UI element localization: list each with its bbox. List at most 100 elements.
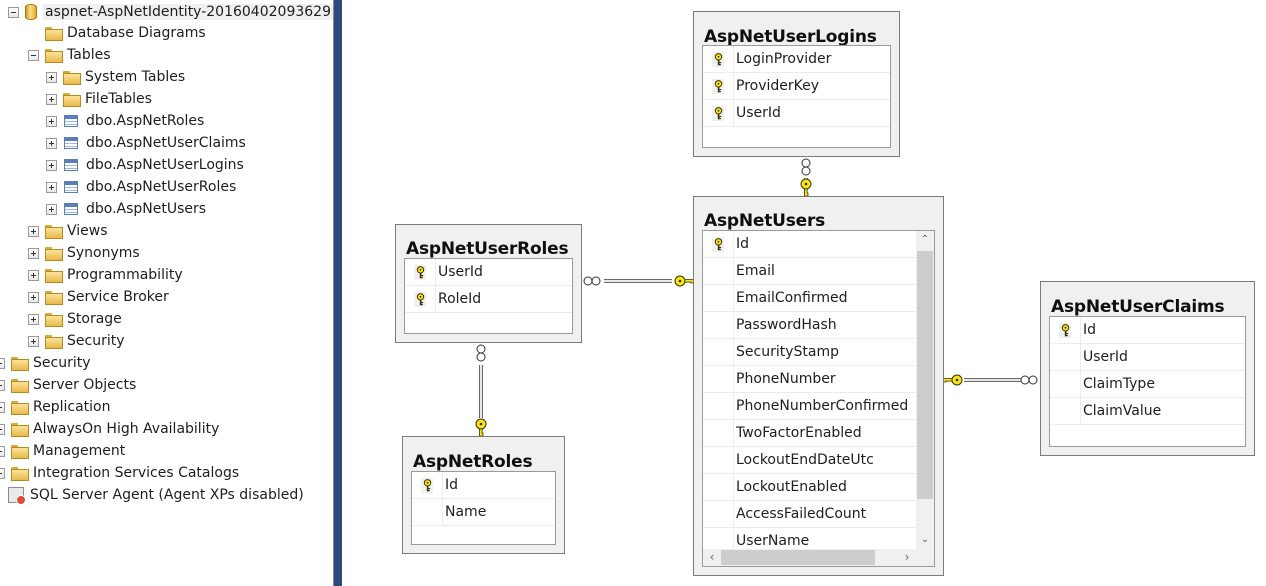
vertical-scrollbar[interactable]: ⌃ ⌄	[916, 231, 934, 549]
expand-icon[interactable]	[28, 291, 39, 303]
scroll-right-icon[interactable]: ›	[898, 549, 916, 566]
tree-node[interactable]: FileTables	[46, 88, 154, 110]
column-row[interactable]: Id	[703, 231, 916, 258]
expand-icon[interactable]	[46, 115, 57, 127]
tree-node[interactable]: dbo.AspNetUsers	[46, 198, 208, 220]
collapse-icon[interactable]	[8, 6, 19, 18]
row-selector[interactable]	[412, 472, 443, 498]
tree-node[interactable]: AlwaysOn High Availability	[0, 418, 221, 440]
scroll-left-icon[interactable]: ‹	[703, 549, 721, 566]
expand-icon[interactable]	[0, 401, 5, 413]
tree-node[interactable]: Security	[28, 330, 127, 352]
column-row[interactable]: SecurityStamp	[703, 339, 916, 366]
tree-node[interactable]: Storage	[28, 308, 124, 330]
row-selector[interactable]	[703, 339, 734, 365]
table-aspnetuserroles[interactable]: AspNetUserRoles UserId RoleId	[395, 224, 582, 343]
table-aspnetuserlogins[interactable]: AspNetUserLogins LoginProvider ProviderKe…	[693, 11, 900, 157]
expand-icon[interactable]	[0, 357, 5, 369]
scroll-up-icon[interactable]: ⌃	[916, 231, 934, 249]
expand-icon[interactable]	[46, 181, 57, 193]
column-row[interactable]: ProviderKey	[703, 73, 890, 100]
expand-icon[interactable]	[28, 225, 39, 237]
scrollbar-thumb[interactable]	[917, 251, 933, 499]
column-row[interactable]: UserId	[405, 259, 572, 286]
tree-node[interactable]: Synonyms	[28, 242, 142, 264]
tree-node[interactable]: Service Broker	[28, 286, 171, 308]
tree-node[interactable]: dbo.AspNetRoles	[46, 110, 206, 132]
column-row[interactable]: RoleId	[405, 286, 572, 313]
table-aspnetusers[interactable]: AspNetUsers Id Email EmailConfirmed Passwor…	[693, 196, 944, 576]
tree-node[interactable]: SQL Server Agent (Agent XPs disabled)	[8, 484, 306, 506]
tree-node[interactable]: System Tables	[46, 66, 187, 88]
expand-icon[interactable]	[46, 159, 57, 171]
column-row[interactable]: UserId	[1050, 344, 1245, 371]
expand-icon[interactable]	[0, 423, 5, 435]
tree-node[interactable]: Tables	[28, 44, 113, 66]
row-selector[interactable]	[703, 393, 734, 419]
table-aspnetuserclaims[interactable]: AspNetUserClaims Id UserId ClaimType ClaimV…	[1040, 281, 1255, 456]
row-selector[interactable]	[703, 501, 734, 527]
diagram-canvas[interactable]: AspNetUserLogins LoginProvider ProviderKe…	[342, 0, 1266, 586]
row-selector[interactable]	[703, 447, 734, 473]
collapse-icon[interactable]	[28, 49, 39, 61]
column-row[interactable]: UserId	[703, 100, 890, 127]
expand-icon[interactable]	[28, 269, 39, 281]
column-row[interactable]: Id	[412, 472, 555, 499]
row-selector[interactable]	[703, 100, 734, 126]
column-row[interactable]: Name	[412, 499, 555, 526]
expand-icon[interactable]	[46, 203, 57, 215]
tree-node-database[interactable]: aspnet-AspNetIdentity-20160402093629	[8, 1, 333, 23]
column-row[interactable]: LockoutEnabled	[703, 474, 916, 501]
row-selector[interactable]	[703, 420, 734, 446]
expand-icon[interactable]	[0, 379, 5, 391]
row-selector[interactable]	[703, 231, 734, 257]
expand-icon[interactable]	[28, 313, 39, 325]
row-selector[interactable]	[1050, 371, 1081, 397]
expand-icon[interactable]	[0, 467, 5, 479]
tree-node[interactable]: Replication	[0, 396, 112, 418]
row-selector[interactable]	[405, 259, 436, 285]
column-row[interactable]: ClaimType	[1050, 371, 1245, 398]
column-row[interactable]: EmailConfirmed	[703, 285, 916, 312]
tree-node[interactable]: dbo.AspNetUserRoles	[46, 176, 238, 198]
row-selector[interactable]	[405, 286, 436, 312]
expand-icon[interactable]	[46, 93, 57, 105]
expand-icon[interactable]	[28, 247, 39, 259]
scroll-down-icon[interactable]: ⌄	[916, 531, 934, 549]
column-row[interactable]: PasswordHash	[703, 312, 916, 339]
column-row[interactable]: AccessFailedCount	[703, 501, 916, 528]
column-row[interactable]: ClaimValue	[1050, 398, 1245, 425]
tree-node[interactable]: Views	[28, 220, 110, 242]
row-selector[interactable]	[412, 499, 443, 525]
tree-node[interactable]: Database Diagrams	[45, 22, 208, 44]
scrollbar-thumb[interactable]	[721, 550, 875, 565]
column-row[interactable]: PhoneNumberConfirmed	[703, 393, 916, 420]
tree-node[interactable]: dbo.AspNetUserLogins	[46, 154, 246, 176]
column-row[interactable]: TwoFactorEnabled	[703, 420, 916, 447]
column-row[interactable]: PhoneNumber	[703, 366, 916, 393]
tree-node[interactable]: Integration Services Catalogs	[0, 462, 241, 484]
tree-node[interactable]: Server Objects	[0, 374, 138, 396]
expand-icon[interactable]	[46, 137, 57, 149]
row-selector[interactable]	[703, 366, 734, 392]
tree-node[interactable]: dbo.AspNetUserClaims	[46, 132, 248, 154]
expand-icon[interactable]	[46, 71, 57, 83]
panel-splitter[interactable]	[333, 0, 342, 586]
expand-icon[interactable]	[28, 335, 39, 347]
column-row[interactable]: LoginProvider	[703, 46, 890, 73]
tree-node[interactable]: Programmability	[28, 264, 185, 286]
column-row[interactable]: Id	[1050, 317, 1245, 344]
row-selector[interactable]	[703, 312, 734, 338]
row-selector[interactable]	[703, 474, 734, 500]
row-selector[interactable]	[703, 73, 734, 99]
row-selector[interactable]	[703, 285, 734, 311]
horizontal-scrollbar[interactable]: ‹ ›	[703, 549, 934, 566]
column-row[interactable]: LockoutEndDateUtc	[703, 447, 916, 474]
row-selector[interactable]	[1050, 398, 1081, 424]
tree-node[interactable]: Security	[0, 352, 93, 374]
column-row[interactable]: Email	[703, 258, 916, 285]
table-aspnetroles[interactable]: AspNetRoles Id Name	[402, 436, 565, 554]
row-selector[interactable]	[1050, 317, 1081, 343]
row-selector[interactable]	[703, 258, 734, 284]
row-selector[interactable]	[703, 46, 734, 72]
